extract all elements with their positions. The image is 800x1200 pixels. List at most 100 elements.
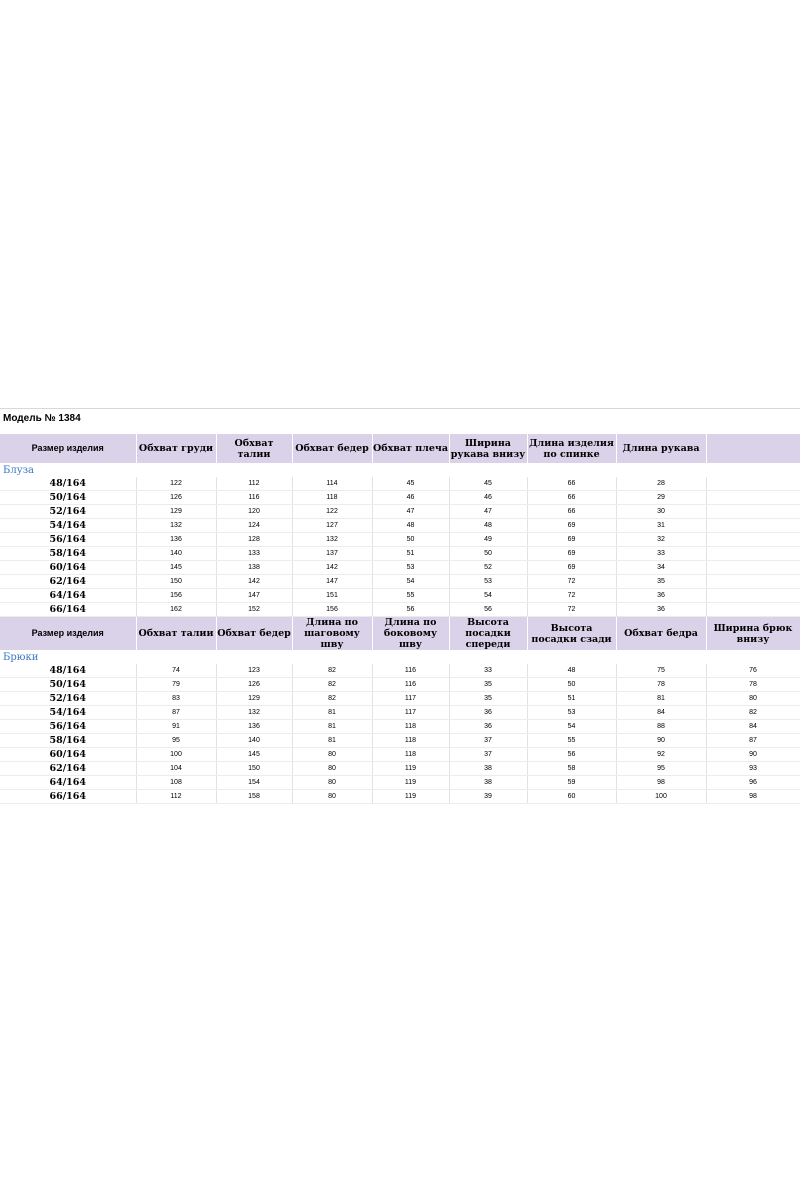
size-cell: 48/164 (0, 664, 137, 678)
value-cell (706, 490, 800, 505)
value-cell: 72 (527, 602, 617, 617)
trousers-header-cell: Размер изделия (0, 616, 137, 650)
value-cell: 33 (616, 546, 707, 561)
value-cell (706, 477, 800, 491)
table-row: 64/164 108 154 80 119 38 59 98 96 (0, 775, 800, 790)
trousers-section-row: Брюки (0, 650, 800, 664)
value-cell: 53 (372, 560, 450, 575)
blouse-header-cell: Обхват талии (216, 434, 293, 463)
value-cell: 47 (372, 504, 450, 519)
value-cell: 119 (372, 761, 450, 776)
value-cell: 123 (216, 664, 293, 678)
value-cell: 72 (527, 588, 617, 603)
value-cell: 122 (292, 504, 373, 519)
value-cell (706, 560, 800, 575)
blouse-header-row: Размер изделия Обхват груди Обхват талии Об… (0, 434, 800, 463)
value-cell: 78 (616, 677, 707, 692)
value-cell: 37 (449, 747, 528, 762)
size-cell: 56/164 (0, 719, 137, 734)
value-cell: 53 (449, 574, 528, 589)
value-cell: 83 (136, 691, 217, 706)
size-cell: 62/164 (0, 761, 137, 776)
value-cell: 75 (616, 664, 707, 678)
blouse-section-row: Блуза (0, 463, 800, 477)
value-cell: 147 (292, 574, 373, 589)
value-cell: 36 (449, 719, 528, 734)
value-cell: 112 (216, 477, 293, 491)
table-row: 66/164 112 158 80 119 39 60 100 98 (0, 789, 800, 804)
value-cell: 136 (136, 532, 217, 547)
value-cell: 38 (449, 761, 528, 776)
value-cell: 92 (616, 747, 707, 762)
value-cell: 80 (292, 775, 373, 790)
value-cell: 120 (216, 504, 293, 519)
value-cell: 38 (449, 775, 528, 790)
value-cell: 54 (527, 719, 617, 734)
size-cell: 58/164 (0, 546, 137, 561)
value-cell: 90 (616, 733, 707, 748)
value-cell: 118 (292, 490, 373, 505)
value-cell: 145 (136, 560, 217, 575)
value-cell: 132 (216, 705, 293, 720)
trousers-header-cell: Обхват бедер (216, 616, 293, 650)
value-cell: 55 (527, 733, 617, 748)
value-cell: 100 (136, 747, 217, 762)
trousers-header-cell: Высота посадки сзади (527, 616, 617, 650)
blouse-header-cell: Длина рукава (616, 434, 707, 463)
value-cell: 81 (292, 733, 373, 748)
size-cell: 66/164 (0, 602, 137, 617)
table-row: 52/164 83 129 82 117 35 51 81 80 (0, 691, 800, 706)
table-row: 56/164 91 136 81 118 36 54 88 84 (0, 719, 800, 734)
value-cell: 162 (136, 602, 217, 617)
blouse-header-cell: Размер изделия (0, 434, 137, 463)
value-cell: 117 (372, 691, 450, 706)
value-cell: 37 (449, 733, 528, 748)
trousers-section-label: Брюки (3, 651, 39, 663)
value-cell: 35 (449, 691, 528, 706)
value-cell: 48 (527, 664, 617, 678)
value-cell: 48 (449, 518, 528, 533)
value-cell: 59 (527, 775, 617, 790)
value-cell: 96 (706, 775, 800, 790)
value-cell: 33 (449, 664, 528, 678)
value-cell: 118 (372, 719, 450, 734)
value-cell: 58 (527, 761, 617, 776)
table-row: 56/164 136 128 132 50 49 69 32 (0, 532, 800, 547)
value-cell: 32 (616, 532, 707, 547)
value-cell: 158 (216, 789, 293, 804)
value-cell: 98 (706, 789, 800, 804)
table-row: 60/164 100 145 80 118 37 56 92 90 (0, 747, 800, 762)
value-cell: 50 (527, 677, 617, 692)
table-row: 52/164 129 120 122 47 47 66 30 (0, 504, 800, 519)
value-cell: 66 (527, 504, 617, 519)
value-cell: 54 (449, 588, 528, 603)
value-cell: 126 (216, 677, 293, 692)
value-cell: 117 (372, 705, 450, 720)
value-cell: 34 (616, 560, 707, 575)
value-cell: 98 (616, 775, 707, 790)
size-cell: 60/164 (0, 747, 137, 762)
value-cell: 50 (449, 546, 528, 561)
value-cell: 36 (616, 588, 707, 603)
value-cell: 154 (216, 775, 293, 790)
value-cell: 60 (527, 789, 617, 804)
table-row: 60/164 145 138 142 53 52 69 34 (0, 560, 800, 575)
value-cell: 35 (449, 677, 528, 692)
value-cell: 82 (292, 664, 373, 678)
value-cell: 76 (706, 664, 800, 678)
value-cell: 49 (449, 532, 528, 547)
value-cell: 50 (372, 532, 450, 547)
size-cell: 50/164 (0, 677, 137, 692)
value-cell (706, 588, 800, 603)
table-row: 48/164 74 123 82 116 33 48 75 76 (0, 664, 800, 678)
size-cell: 52/164 (0, 504, 137, 519)
value-cell: 48 (372, 518, 450, 533)
value-cell: 46 (449, 490, 528, 505)
value-cell: 69 (527, 532, 617, 547)
size-cell: 66/164 (0, 789, 137, 804)
size-cell: 64/164 (0, 775, 137, 790)
value-cell: 116 (372, 664, 450, 678)
blouse-header-cell (706, 434, 800, 463)
value-cell (706, 532, 800, 547)
value-cell: 126 (136, 490, 217, 505)
